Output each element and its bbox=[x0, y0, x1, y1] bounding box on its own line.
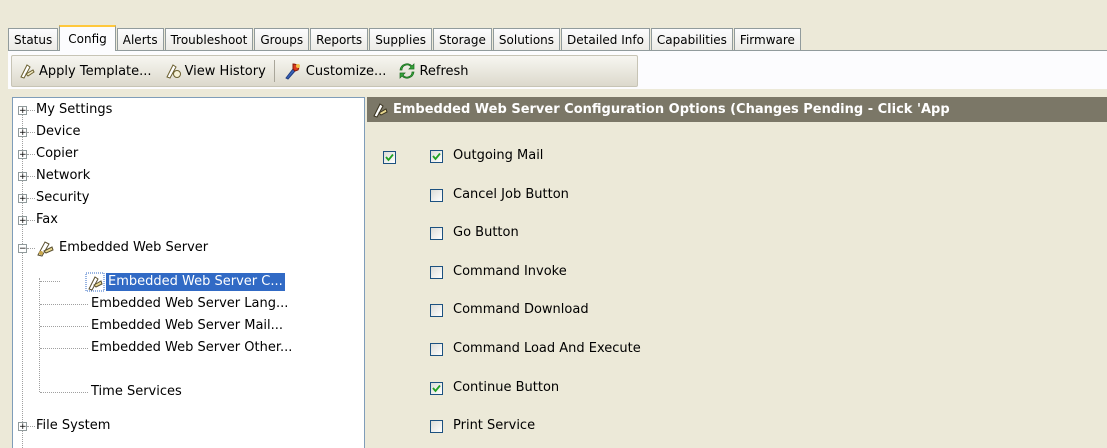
refresh-icon bbox=[400, 63, 415, 79]
tree-connector bbox=[27, 176, 35, 178]
collapse-icon[interactable]: − bbox=[18, 244, 27, 254]
tab-firmware[interactable]: Firmware bbox=[733, 28, 801, 50]
option-label: Command Download bbox=[453, 302, 589, 317]
tab-config[interactable]: Config bbox=[59, 25, 116, 51]
tab-troubleshoot[interactable]: Troubleshoot bbox=[164, 28, 254, 50]
option-label: Command Load And Execute bbox=[453, 341, 641, 356]
view-history-icon bbox=[165, 64, 181, 79]
toolbar: Apply Template... View History Customize… bbox=[8, 50, 1107, 89]
option-checkbox[interactable] bbox=[430, 382, 443, 395]
expand-icon[interactable]: + bbox=[18, 106, 27, 116]
option-checkbox[interactable] bbox=[430, 189, 443, 202]
checkmark-icon bbox=[385, 153, 394, 162]
options-panel: Embedded Web Server Configuration Option… bbox=[367, 97, 1107, 447]
tree-connector bbox=[40, 348, 88, 350]
expand-icon[interactable]: + bbox=[18, 128, 27, 138]
tree-item-network[interactable]: Network bbox=[36, 167, 90, 185]
tree-connector bbox=[27, 248, 35, 250]
tree-connector bbox=[40, 326, 88, 328]
tree-item-file-system[interactable]: File System bbox=[36, 417, 110, 435]
tree-connector bbox=[40, 281, 60, 283]
tab-storage[interactable]: Storage bbox=[432, 28, 492, 50]
tab-bar: Status Config Alerts Troubleshoot Groups… bbox=[8, 24, 802, 51]
apply-template-label: Apply Template... bbox=[39, 63, 152, 79]
tab-alerts[interactable]: Alerts bbox=[116, 28, 164, 50]
checkmark-icon bbox=[432, 384, 441, 393]
expand-icon[interactable]: + bbox=[18, 150, 27, 160]
tree-connector bbox=[27, 220, 35, 222]
tree-item-ews-language[interactable]: Embedded Web Server Lang... bbox=[91, 295, 288, 313]
tree-item-ews-other[interactable]: Embedded Web Server Other... bbox=[91, 339, 292, 357]
tree-item-ews-mail[interactable]: Embedded Web Server Mail... bbox=[91, 317, 283, 335]
tree-item-device[interactable]: Device bbox=[36, 123, 80, 141]
tree-item-embedded-web-server[interactable]: Embedded Web Server bbox=[59, 239, 208, 257]
option-checkbox[interactable] bbox=[430, 150, 443, 163]
tree-connector bbox=[27, 110, 35, 112]
tab-detailed-info[interactable]: Detailed Info bbox=[561, 28, 650, 50]
tab-capabilities[interactable]: Capabilities bbox=[650, 28, 733, 50]
toolbar-separator bbox=[273, 60, 275, 82]
select-all-checkbox[interactable] bbox=[383, 151, 396, 164]
option-checkbox[interactable] bbox=[430, 420, 443, 433]
tree-connector bbox=[40, 304, 88, 306]
option-label: Outgoing Mail bbox=[453, 148, 544, 163]
checkmark-icon bbox=[432, 152, 441, 161]
panel-header: Embedded Web Server Configuration Option… bbox=[367, 97, 1107, 122]
toolbar-strip: Apply Template... View History Customize… bbox=[11, 55, 638, 87]
tab-solutions[interactable]: Solutions bbox=[492, 28, 561, 50]
apply-template-button[interactable]: Apply Template... bbox=[12, 58, 158, 84]
web-server-icon bbox=[37, 241, 54, 257]
expand-icon[interactable]: + bbox=[18, 172, 27, 182]
tree-item-time-services[interactable]: Time Services bbox=[91, 383, 182, 401]
tree-connector bbox=[27, 154, 35, 156]
tree-connector bbox=[22, 110, 24, 448]
option-label: Continue Button bbox=[453, 380, 560, 395]
tree-item-my-settings[interactable]: My Settings bbox=[36, 101, 112, 119]
tab-groups[interactable]: Groups bbox=[254, 28, 310, 50]
view-history-button[interactable]: View History bbox=[158, 58, 272, 84]
option-checkbox[interactable] bbox=[430, 343, 443, 356]
tree-connector bbox=[40, 392, 88, 394]
option-label: Go Button bbox=[453, 225, 519, 240]
tab-status[interactable]: Status bbox=[8, 28, 59, 50]
view-history-label: View History bbox=[184, 63, 266, 79]
refresh-button[interactable]: Refresh bbox=[392, 58, 474, 84]
config-icon bbox=[85, 272, 105, 292]
customize-label: Customize... bbox=[305, 63, 387, 79]
tree-item-fax[interactable]: Fax bbox=[36, 211, 58, 229]
expand-icon[interactable]: + bbox=[18, 422, 27, 432]
tree-connector bbox=[27, 132, 35, 134]
panel-title: Embedded Web Server Configuration Option… bbox=[393, 102, 950, 117]
tree-connector bbox=[27, 198, 35, 200]
tab-supplies[interactable]: Supplies bbox=[369, 28, 432, 50]
tab-reports[interactable]: Reports bbox=[310, 28, 369, 50]
config-tree[interactable]: + My Settings + Device + Copier + Networ… bbox=[12, 97, 365, 448]
apply-template-icon bbox=[20, 64, 35, 79]
option-label: Print Service bbox=[453, 418, 536, 433]
title-strip bbox=[0, 0, 1107, 24]
customize-icon bbox=[285, 63, 300, 80]
option-label: Command Invoke bbox=[453, 264, 567, 279]
option-label: Cancel Job Button bbox=[453, 187, 569, 202]
tree-item-copier[interactable]: Copier bbox=[36, 145, 78, 163]
expand-icon[interactable]: + bbox=[18, 194, 27, 204]
customize-button[interactable]: Customize... bbox=[277, 58, 393, 84]
option-checkbox[interactable] bbox=[430, 304, 443, 317]
tree-connector bbox=[39, 278, 41, 392]
option-checkbox[interactable] bbox=[430, 266, 443, 279]
tree-item-security[interactable]: Security bbox=[36, 189, 89, 207]
tree-connector bbox=[27, 426, 35, 428]
web-server-icon bbox=[373, 103, 388, 118]
option-checkbox[interactable] bbox=[430, 227, 443, 240]
refresh-label: Refresh bbox=[419, 63, 469, 79]
tree-item-ews-config[interactable]: Embedded Web Server C... bbox=[105, 272, 286, 292]
expand-icon[interactable]: + bbox=[18, 216, 27, 226]
